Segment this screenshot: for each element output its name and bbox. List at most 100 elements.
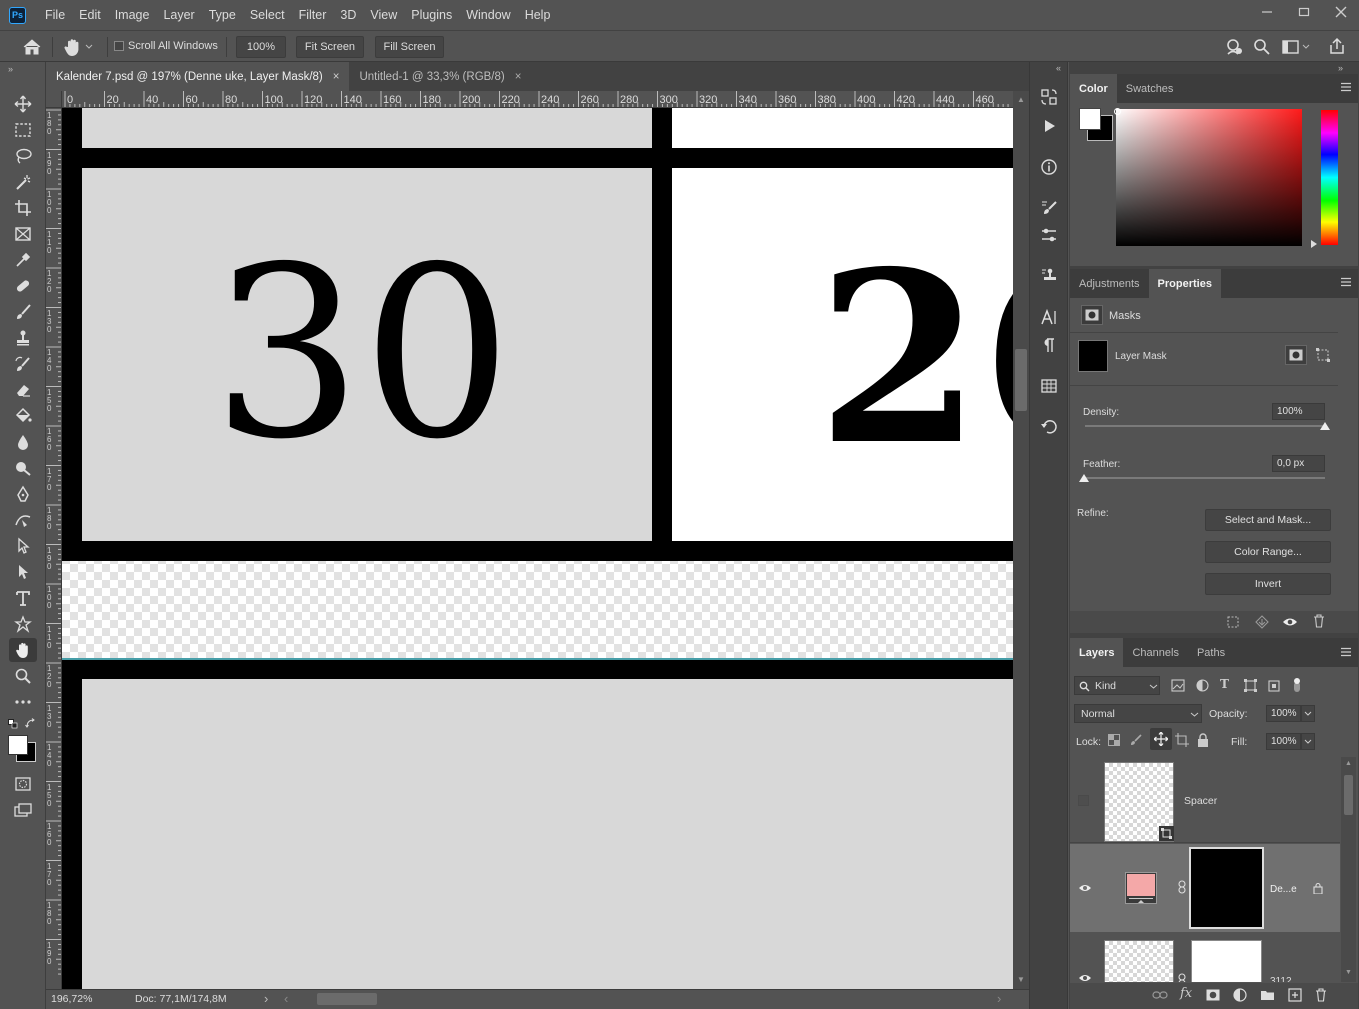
- layer-name[interactable]: De...e: [1270, 884, 1297, 895]
- load-selection-icon[interactable]: [1226, 615, 1240, 629]
- collapse-panels-icon[interactable]: »: [1338, 63, 1343, 73]
- tab-adjustments[interactable]: Adjustments: [1070, 269, 1149, 298]
- new-layer-icon[interactable]: [1288, 988, 1302, 1002]
- history-panel-icon[interactable]: [1035, 84, 1063, 110]
- panel-menu-icon[interactable]: [1340, 647, 1352, 657]
- hue-slider-handle[interactable]: [1311, 240, 1317, 248]
- panel-menu-icon[interactable]: [1340, 277, 1352, 287]
- lock-position-icon[interactable]: [1150, 728, 1172, 750]
- collapse-strip-icon[interactable]: «: [1056, 63, 1061, 73]
- screen-mode-icon[interactable]: [9, 798, 37, 822]
- character-panel-icon[interactable]: [1035, 304, 1063, 330]
- layer-row-denne-uke[interactable]: De...e: [1070, 844, 1340, 932]
- quick-mask-icon[interactable]: [9, 772, 37, 796]
- menu-filter[interactable]: Filter: [292, 0, 334, 30]
- tab-properties[interactable]: Properties: [1148, 269, 1221, 298]
- home-icon[interactable]: [20, 37, 44, 57]
- hue-slider[interactable]: [1321, 110, 1338, 245]
- history-restore-icon[interactable]: [1035, 414, 1063, 440]
- clone-source-icon[interactable]: [1035, 263, 1063, 289]
- magic-wand-tool-icon[interactable]: [9, 170, 37, 194]
- share-icon[interactable]: [1327, 36, 1347, 56]
- lock-transparent-icon[interactable]: [1108, 734, 1120, 746]
- layer-mask-thumbnail[interactable]: [1191, 940, 1262, 982]
- menu-edit[interactable]: Edit: [72, 0, 108, 30]
- type-tool-icon[interactable]: [9, 586, 37, 610]
- new-adjustment-layer-icon[interactable]: [1233, 988, 1247, 1002]
- link-layers-icon[interactable]: [1152, 989, 1168, 1001]
- add-pixel-mask-icon[interactable]: [1285, 345, 1307, 365]
- feather-slider-handle[interactable]: [1079, 474, 1089, 482]
- blur-tool-icon[interactable]: [9, 430, 37, 454]
- eraser-tool-icon[interactable]: [9, 378, 37, 402]
- ruler-origin[interactable]: [46, 91, 62, 108]
- document-tab-kalender[interactable]: Kalender 7.psd @ 197% (Denne uke, Layer …: [46, 62, 350, 91]
- delete-layer-icon[interactable]: [1315, 988, 1327, 1002]
- status-menu-icon[interactable]: ›: [264, 991, 268, 1006]
- visibility-toggle-off[interactable]: [1078, 795, 1089, 806]
- mask-link-icon[interactable]: [1178, 973, 1186, 982]
- tab-color[interactable]: Color: [1070, 74, 1117, 103]
- paragraph-panel-icon[interactable]: [1035, 332, 1063, 358]
- color-picker-handle[interactable]: [1114, 108, 1121, 115]
- info-panel-icon[interactable]: [1035, 154, 1063, 180]
- density-slider-handle[interactable]: [1320, 422, 1330, 430]
- lock-all-icon[interactable]: [1197, 733, 1209, 747]
- scroll-all-windows-checkbox[interactable]: [114, 41, 124, 51]
- scroll-up-icon[interactable]: ▲: [1017, 95, 1025, 104]
- layer-row-spacer[interactable]: Spacer: [1070, 757, 1340, 843]
- eyedropper-tool-icon[interactable]: [9, 248, 37, 272]
- frame-tool-icon[interactable]: [9, 222, 37, 246]
- layer-effects-icon[interactable]: fx: [1180, 986, 1192, 1001]
- filter-type-icon[interactable]: T: [1220, 677, 1229, 691]
- minimize-button[interactable]: [1248, 0, 1285, 24]
- visibility-eye-icon[interactable]: [1078, 972, 1092, 982]
- new-group-icon[interactable]: [1260, 989, 1275, 1001]
- menu-help[interactable]: Help: [518, 0, 558, 30]
- menu-3d[interactable]: 3D: [333, 0, 363, 30]
- tab-paths[interactable]: Paths: [1188, 638, 1234, 667]
- add-mask-icon[interactable]: [1206, 989, 1220, 1001]
- search-icon[interactable]: [1252, 37, 1272, 57]
- invert-button[interactable]: Invert: [1205, 573, 1331, 595]
- direct-selection-tool-icon[interactable]: [9, 560, 37, 584]
- swap-colors-icon[interactable]: [25, 718, 37, 730]
- blend-mode-dropdown[interactable]: Normal: [1074, 704, 1202, 723]
- tab-layers[interactable]: Layers: [1070, 638, 1124, 667]
- hand-tool-icon[interactable]: [9, 638, 37, 662]
- menu-type[interactable]: Type: [202, 0, 243, 30]
- filter-shape-icon[interactable]: [1244, 679, 1257, 692]
- feather-slider-track[interactable]: [1085, 477, 1325, 479]
- workspace-switcher-icon[interactable]: [1281, 37, 1321, 57]
- close-button[interactable]: [1322, 0, 1359, 24]
- menu-view[interactable]: View: [363, 0, 404, 30]
- horizontal-scroll-thumb[interactable]: [317, 993, 377, 1005]
- fit-screen-button[interactable]: Fit Screen: [296, 36, 364, 58]
- learn-icon[interactable]: [1224, 37, 1244, 57]
- color-range-button[interactable]: Color Range...: [1205, 541, 1331, 563]
- layer-mask-thumbnail[interactable]: [1078, 340, 1108, 372]
- edit-toolbar-icon[interactable]: [9, 690, 37, 714]
- layer-name[interactable]: Spacer: [1184, 795, 1217, 807]
- hand-tool-preset-icon[interactable]: [62, 36, 102, 58]
- curvature-pen-tool-icon[interactable]: [9, 508, 37, 532]
- document-canvas[interactable]: 30 26: [62, 108, 1013, 989]
- foreground-color-swatch[interactable]: [8, 735, 28, 755]
- horizontal-ruler[interactable]: 0 20 40 60 80 100 120 140 160 180 200 220 240 260 280 3…: [62, 91, 1013, 108]
- fill-dropdown-icon[interactable]: [1301, 733, 1315, 750]
- actions-play-icon[interactable]: [1035, 113, 1063, 139]
- brush-presets-icon[interactable]: [1035, 195, 1063, 221]
- scroll-left-icon[interactable]: ‹: [284, 991, 288, 1006]
- saturation-brightness-field[interactable]: [1116, 109, 1302, 246]
- color-panel-foreground-swatch[interactable]: [1079, 108, 1101, 130]
- glyphs-panel-icon[interactable]: [1035, 373, 1063, 399]
- zoom-tool-icon[interactable]: [9, 664, 37, 688]
- custom-shape-tool-icon[interactable]: [9, 612, 37, 636]
- canvas-vertical-scrollbar[interactable]: ▲ ▼: [1013, 91, 1029, 989]
- tab-swatches[interactable]: Swatches: [1117, 74, 1183, 103]
- feather-field[interactable]: 0,0 px: [1272, 455, 1325, 472]
- panel-menu-icon[interactable]: [1340, 82, 1352, 92]
- tab-channels[interactable]: Channels: [1123, 638, 1187, 667]
- visibility-eye-icon[interactable]: [1078, 882, 1092, 894]
- menu-file[interactable]: File: [38, 0, 72, 30]
